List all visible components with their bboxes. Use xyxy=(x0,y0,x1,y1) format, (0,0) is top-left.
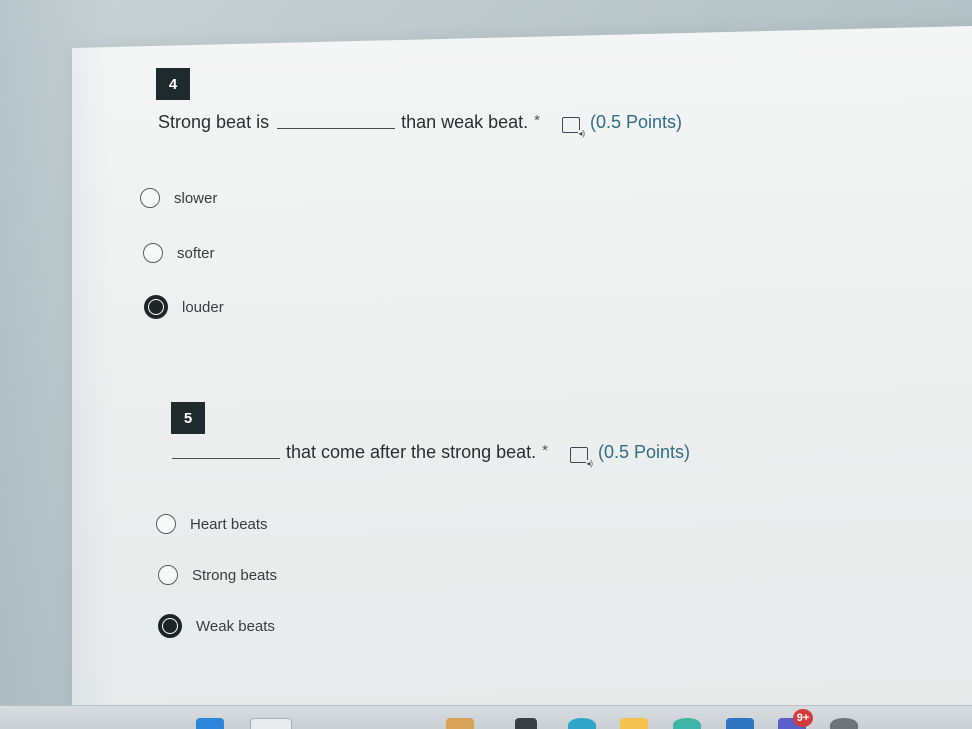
settings-icon[interactable] xyxy=(830,718,858,729)
start-icon[interactable] xyxy=(196,718,224,729)
option-slower[interactable]: slower xyxy=(140,188,217,208)
question-text-after: than weak beat. xyxy=(401,112,529,132)
question-number-badge: 4 xyxy=(156,68,190,100)
option-strong-beats[interactable]: Strong beats xyxy=(158,565,277,585)
question-5-prompt: that come after the strong beat. * (0.5 … xyxy=(172,442,691,468)
fill-blank xyxy=(172,457,280,459)
question-text-after: that come after the strong beat. xyxy=(286,442,537,462)
immersive-reader-icon[interactable] xyxy=(570,447,593,468)
question-points: (0.5 Points) xyxy=(598,442,691,462)
widgets-icon[interactable] xyxy=(446,718,474,729)
option-weak-beats[interactable]: Weak beats xyxy=(158,614,275,638)
store-icon[interactable] xyxy=(726,718,754,729)
search-icon[interactable] xyxy=(250,718,292,729)
taskbar: 9+ xyxy=(0,705,972,729)
question-text-before: Strong beat is xyxy=(158,112,270,132)
radio-button-selected[interactable] xyxy=(158,614,182,638)
required-mark: * xyxy=(542,442,548,459)
required-mark: * xyxy=(534,112,541,129)
fill-blank xyxy=(277,127,396,129)
browser-icon[interactable] xyxy=(673,718,701,729)
radio-button[interactable] xyxy=(158,565,178,585)
task-view-icon[interactable] xyxy=(515,718,537,729)
file-explorer-icon[interactable] xyxy=(620,718,648,729)
question-4-prompt: Strong beat is than weak beat. * (0.5 Po… xyxy=(158,112,683,138)
edge-icon[interactable] xyxy=(568,718,596,729)
question-points: (0.5 Points) xyxy=(590,112,683,132)
notification-badge: 9+ xyxy=(793,709,813,727)
option-louder[interactable]: louder xyxy=(144,295,224,319)
option-label: Strong beats xyxy=(192,566,278,584)
option-heart-beats[interactable]: Heart beats xyxy=(156,514,268,534)
question-number-badge: 5 xyxy=(171,402,205,434)
option-label: Weak beats xyxy=(196,617,275,635)
option-label: softer xyxy=(177,244,215,262)
option-label: slower xyxy=(174,189,218,207)
option-label: louder xyxy=(182,298,224,316)
radio-button[interactable] xyxy=(140,188,160,208)
radio-button[interactable] xyxy=(143,243,163,263)
radio-button-selected[interactable] xyxy=(144,295,168,319)
option-softer[interactable]: softer xyxy=(143,243,215,263)
radio-button[interactable] xyxy=(156,514,176,534)
immersive-reader-icon[interactable] xyxy=(562,117,586,138)
option-label: Heart beats xyxy=(190,515,268,533)
